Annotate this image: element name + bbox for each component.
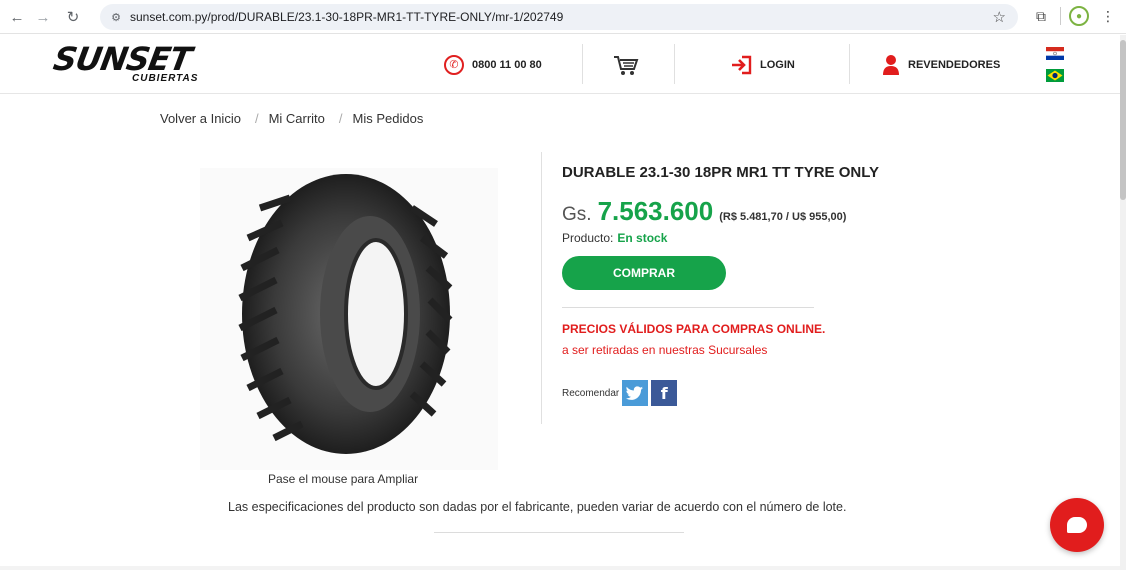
browser-actions: ⧉ ● ⋮ xyxy=(1030,5,1119,27)
facebook-share-button[interactable]: f xyxy=(651,380,678,406)
toolbar-divider xyxy=(1060,7,1061,25)
price-value: 7.563.600 xyxy=(597,196,714,226)
recommend-label: Recomendar xyxy=(562,387,620,399)
phone-number: 0800 11 00 80 xyxy=(472,58,542,71)
divider-line xyxy=(434,532,684,533)
logo-wordmark: SUNSET xyxy=(50,40,194,78)
share-row: Recomendar f xyxy=(562,380,678,406)
online-price-notice: PRECIOS VÁLIDOS PARA COMPRAS ONLINE. xyxy=(562,322,826,336)
breadcrumb-separator: / xyxy=(338,111,343,126)
stock-value: En stock xyxy=(617,231,668,245)
divider-line xyxy=(562,307,814,308)
url-text: sunset.com.py/prod/DURABLE/23.1-30-18PR-… xyxy=(130,10,564,24)
alt-price: (R$ 5.481,70 / U$ 955,00) xyxy=(719,211,847,223)
chat-widget-button[interactable] xyxy=(1050,498,1104,552)
product-image[interactable] xyxy=(200,168,498,470)
stock-status: Producto: En stock xyxy=(562,231,667,245)
twitter-share-button[interactable] xyxy=(622,380,649,406)
user-icon xyxy=(883,54,899,75)
phone-link[interactable]: ✆ 0800 11 00 80 xyxy=(444,35,542,94)
chat-bubble-icon xyxy=(1067,517,1087,533)
resellers-button[interactable]: REVENDEDORES xyxy=(882,35,1000,94)
page-bottom-edge xyxy=(0,566,1120,570)
brazil-flag-icon[interactable] xyxy=(1046,69,1064,82)
extensions-icon[interactable]: ⧉ xyxy=(1030,5,1052,27)
twitter-bird-icon xyxy=(626,385,644,400)
breadcrumb-home-link[interactable]: Volver a Inicio xyxy=(160,111,241,126)
specification-disclaimer: Las especificaciones del producto son da… xyxy=(228,500,847,514)
back-icon[interactable]: ← xyxy=(6,6,28,28)
browser-toolbar: ← → ↻ ⚙ sunset.com.py/prod/DURABLE/23.1-… xyxy=(0,0,1126,34)
product-title: DURABLE 23.1-30 18PR MR1 TT TYRE ONLY xyxy=(562,164,880,181)
stock-label: Producto: xyxy=(562,231,614,245)
login-button[interactable]: LOGIN xyxy=(730,35,795,94)
profile-avatar-icon[interactable]: ● xyxy=(1069,6,1089,26)
sunset-logo[interactable]: SUNSET CUBIERTAS xyxy=(50,40,224,87)
forward-icon[interactable]: → xyxy=(32,6,54,28)
image-zoom-caption: Pase el mouse para Ampliar xyxy=(268,472,419,486)
reload-icon[interactable]: ↻ xyxy=(62,6,84,28)
login-label: LOGIN xyxy=(760,58,795,71)
header-divider xyxy=(674,44,675,84)
breadcrumb-orders-link[interactable]: Mis Pedidos xyxy=(353,111,424,126)
scrollbar-thumb[interactable] xyxy=(1120,40,1126,200)
header-divider xyxy=(849,44,850,84)
facebook-f-icon: f xyxy=(660,383,668,403)
buy-button[interactable]: COMPRAR xyxy=(562,256,726,290)
phone-icon: ✆ xyxy=(444,54,464,75)
login-icon xyxy=(732,55,752,74)
bookmark-star-icon[interactable]: ☆ xyxy=(993,8,1006,26)
breadcrumb: Volver a Inicio / Mi Carrito / Mis Pedid… xyxy=(160,111,437,126)
address-bar[interactable]: ⚙ sunset.com.py/prod/DURABLE/23.1-30-18P… xyxy=(100,4,1018,30)
breadcrumb-cart-link[interactable]: Mi Carrito xyxy=(269,111,325,126)
breadcrumb-separator: / xyxy=(254,111,259,126)
header-divider xyxy=(582,44,583,84)
price-row: Gs. 7.563.600 (R$ 5.481,70 / U$ 955,00) xyxy=(562,196,846,227)
site-info-icon[interactable]: ⚙ xyxy=(108,9,124,25)
site-header: SUNSET CUBIERTAS ✆ 0800 11 00 80 LOGIN R… xyxy=(0,35,1120,94)
pickup-notice: a ser retiradas en nuestras Sucursales xyxy=(562,343,768,357)
price-currency: Gs. xyxy=(562,204,592,225)
vertical-divider xyxy=(541,152,542,424)
cart-icon xyxy=(614,55,639,75)
logo-subtitle: CUBIERTAS xyxy=(132,73,199,84)
paraguay-flag-icon[interactable] xyxy=(1046,47,1064,60)
menu-kebab-icon[interactable]: ⋮ xyxy=(1097,5,1119,27)
cart-button[interactable] xyxy=(613,35,639,94)
resellers-label: REVENDEDORES xyxy=(908,58,1001,71)
